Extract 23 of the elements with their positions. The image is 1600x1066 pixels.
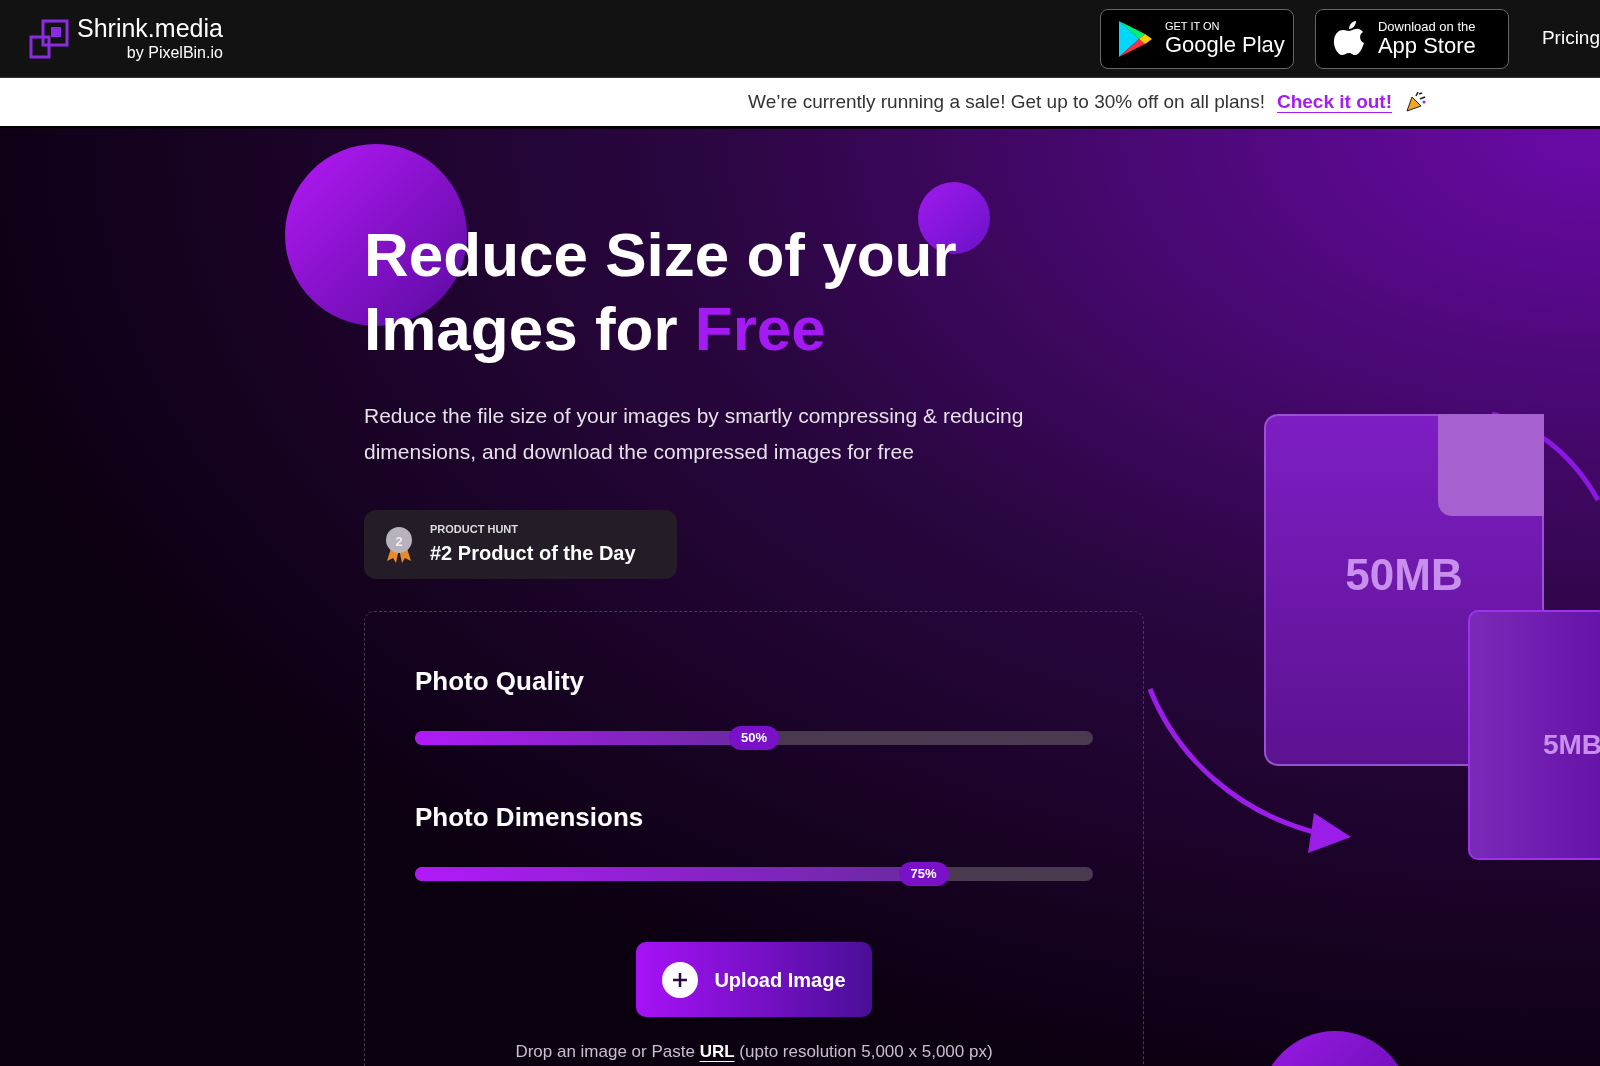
hero-description: Reduce the file size of your images by smartly compressing & reducing dimensions, and download the compressed images for free bbox=[364, 403, 1025, 465]
file-size-label: 5MB bbox=[1542, 728, 1600, 762]
party-popper-icon bbox=[1404, 90, 1428, 114]
product-hunt-badge[interactable]: 2 PRODUCT HUNT #2 Product of the Day bbox=[364, 510, 677, 579]
slider-label: Photo Dimensions bbox=[415, 801, 645, 834]
check-it-out-link[interactable]: Check it out! bbox=[1276, 87, 1392, 117]
folded-corner-icon bbox=[1438, 414, 1544, 516]
nav-link[interactable]: Pricing bbox=[1541, 24, 1600, 53]
slider-label: Photo Quality bbox=[415, 665, 585, 698]
google-play-button[interactable]: GET IT ON Google Play bbox=[1099, 8, 1294, 69]
plus-icon bbox=[662, 961, 699, 998]
upload-image-button[interactable]: Upload Image bbox=[636, 942, 872, 1017]
url-link[interactable]: URL bbox=[699, 1042, 735, 1061]
file-size-label: 50MB bbox=[1345, 549, 1463, 601]
app-store-button[interactable]: Download on the App Store bbox=[1314, 8, 1509, 69]
logo-icon[interactable] bbox=[29, 18, 69, 59]
play-triangle-icon bbox=[1116, 18, 1153, 59]
slider-thumb[interactable]: 75% bbox=[898, 862, 949, 886]
upload-hint: Drop an image or Paste URL (upto resolution 5,000 x 5,000 px) bbox=[514, 1041, 994, 1063]
slider-thumb[interactable]: 50% bbox=[729, 726, 779, 750]
brand-byline: by PixelBin.io bbox=[126, 45, 223, 61]
sale-announcement: We’re currently running a sale! Get up to 30% off on all plans! bbox=[748, 89, 1265, 114]
brand-name[interactable]: Shrink.media bbox=[77, 16, 223, 41]
